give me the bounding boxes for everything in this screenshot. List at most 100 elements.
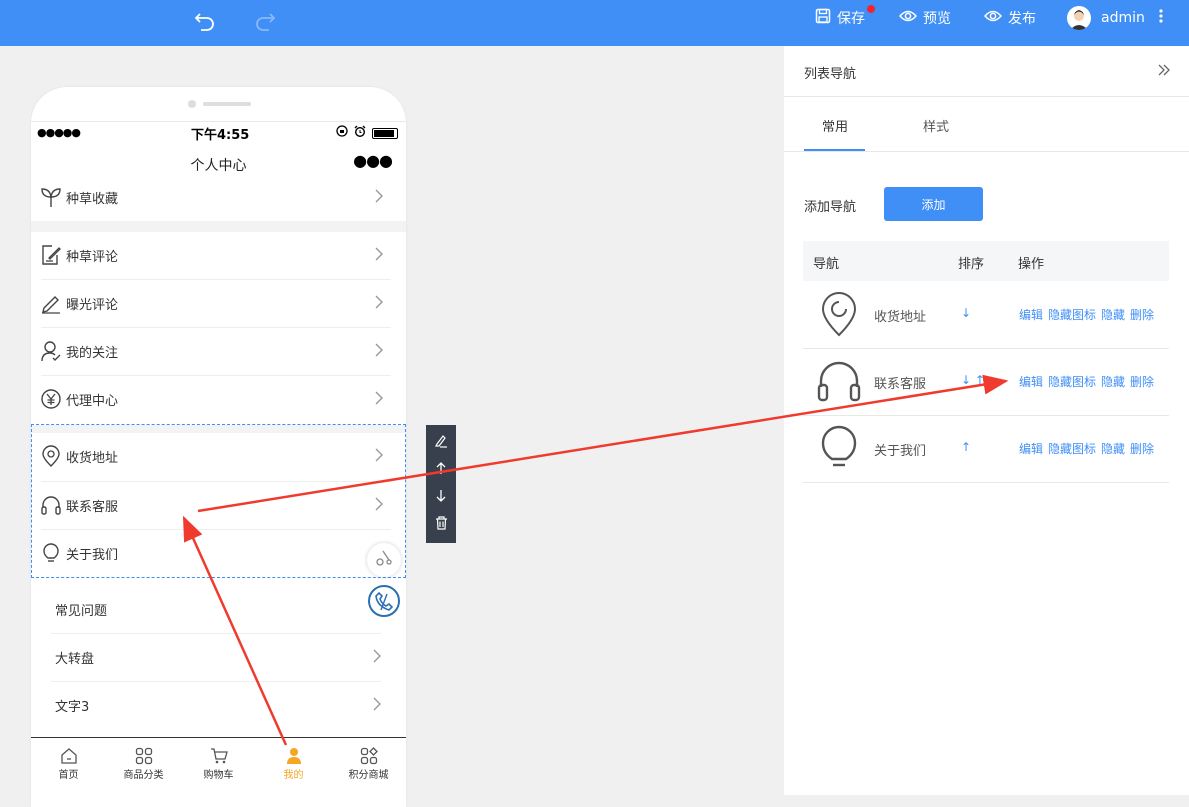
- tab-category[interactable]: 商品分类: [106, 738, 181, 791]
- menu-item-label: 我的关注: [66, 345, 119, 361]
- chevron-right-icon: [375, 189, 383, 207]
- menu-item-follow[interactable]: 我的关注: [39, 327, 391, 375]
- save-label: 保存: [837, 11, 865, 27]
- nav-table-header: 导航 排序 操作: [803, 241, 1169, 281]
- top-toolbar: 保存 预览 发布 admin: [0, 0, 1189, 46]
- edit-link[interactable]: 编辑: [1019, 373, 1043, 390]
- tab-home[interactable]: 首页: [31, 738, 106, 791]
- nav-name: 收货地址: [874, 310, 927, 325]
- tab-label: 我的: [283, 770, 304, 781]
- tab-points-mall[interactable]: 积分商城: [331, 738, 406, 791]
- more-vertical-icon[interactable]: [1159, 9, 1163, 27]
- preview-label: 预览: [923, 11, 951, 27]
- redo-icon[interactable]: [252, 8, 278, 34]
- menu-item-collect[interactable]: 种草收藏: [39, 173, 391, 221]
- hide-icon-link[interactable]: 隐藏图标: [1048, 306, 1096, 323]
- hide-icon-link[interactable]: 隐藏图标: [1048, 440, 1096, 457]
- menu-item-label: 种草评论: [66, 249, 119, 265]
- tab-label: 积分商城: [348, 770, 389, 781]
- table-row: 关于我们 ↑ 编辑 隐藏图标 隐藏 删除: [803, 415, 1169, 483]
- phone-preview: ●●●●● 下午4:55 个人中心 ●●● 种草收藏 种草评论 曝光评论 我的关…: [31, 87, 406, 807]
- person-icon: [285, 746, 303, 766]
- headset-icon[interactable]: [816, 358, 862, 404]
- share-fab[interactable]: [367, 543, 401, 577]
- status-bar: ●●●●● 下午4:55: [31, 121, 406, 143]
- preview-button[interactable]: 预览: [898, 8, 951, 28]
- phone-call-icon: [367, 584, 401, 622]
- phone-speaker: [203, 102, 251, 106]
- location-icon[interactable]: [816, 291, 862, 337]
- card-item-wheel[interactable]: 大转盘: [55, 633, 385, 681]
- column-header: 操作: [1018, 257, 1045, 272]
- selected-component-outline[interactable]: [31, 424, 406, 578]
- chevron-right-icon: [373, 649, 381, 667]
- home-icon: [60, 746, 78, 766]
- delete-link[interactable]: 删除: [1130, 440, 1154, 457]
- avatar: [1067, 6, 1091, 30]
- more-dots-icon[interactable]: ●●●: [353, 151, 393, 170]
- tab-cart[interactable]: 购物车: [181, 738, 256, 791]
- hide-icon-link[interactable]: 隐藏图标: [1048, 373, 1096, 390]
- card-item-label: 文字3: [55, 699, 90, 715]
- menu-item-comment[interactable]: 种草评论: [39, 231, 391, 279]
- edit-note-icon: [39, 243, 63, 267]
- undo-icon[interactable]: [192, 8, 218, 34]
- menu-item-agent[interactable]: 代理中心: [39, 375, 391, 423]
- column-header: 导航: [813, 257, 840, 272]
- phone-call-fab[interactable]: [367, 584, 401, 622]
- hide-link[interactable]: 隐藏: [1101, 373, 1125, 390]
- eye-icon: [983, 9, 1003, 27]
- card-item-label: 大转盘: [55, 651, 95, 667]
- tab-common[interactable]: 常用: [822, 116, 848, 135]
- user-menu[interactable]: admin: [1067, 5, 1163, 31]
- alarm-icon: [354, 125, 366, 141]
- signal-dots: ●●●●●: [37, 126, 81, 139]
- tab-label: 商品分类: [123, 770, 164, 781]
- chevron-right-icon: [375, 391, 383, 409]
- eye-icon: [898, 9, 918, 27]
- add-nav-label: 添加导航: [804, 200, 857, 215]
- chevron-right-icon: [375, 247, 383, 265]
- chevron-right-icon: [373, 697, 381, 715]
- save-button[interactable]: 保存: [815, 8, 865, 28]
- sort-controls[interactable]: ↓ ↑: [961, 373, 985, 387]
- sort-controls[interactable]: ↑: [961, 440, 971, 454]
- card-item-faq[interactable]: 常见问题: [55, 585, 385, 633]
- menu-item-label: 曝光评论: [66, 297, 119, 313]
- tab-mine[interactable]: 我的: [256, 738, 331, 791]
- card-item-text3[interactable]: 文字3: [55, 681, 385, 729]
- publish-button[interactable]: 发布: [983, 8, 1036, 28]
- table-row: 收货地址 ↓ 编辑 隐藏图标 隐藏 删除: [803, 281, 1169, 349]
- yen-icon: [39, 387, 63, 411]
- divider: [784, 96, 1189, 97]
- add-nav-button[interactable]: 添加: [884, 187, 983, 221]
- card-item-label: 常见问题: [55, 603, 108, 619]
- double-chevron-right-icon[interactable]: [1157, 64, 1171, 80]
- user-name: admin: [1101, 10, 1145, 26]
- bulb-icon[interactable]: [816, 425, 862, 471]
- edit-link[interactable]: 编辑: [1019, 306, 1043, 323]
- settings-panel: 列表导航 常用 样式 添加导航 添加 导航 排序 操作 收货地址 ↓ 编辑 隐藏…: [784, 46, 1189, 795]
- battery-icon: [372, 127, 398, 139]
- move-up-icon[interactable]: [435, 461, 447, 479]
- user-check-icon: [39, 339, 63, 363]
- panel-title: 列表导航: [804, 67, 857, 82]
- share-icon: [374, 548, 394, 572]
- menu-item-label: 种草收藏: [66, 191, 119, 207]
- delete-link[interactable]: 删除: [1130, 306, 1154, 323]
- cart-icon: [210, 746, 228, 766]
- menu-item-exposure[interactable]: 曝光评论: [39, 279, 391, 327]
- move-down-icon[interactable]: [435, 489, 447, 507]
- save-badge: [867, 5, 875, 13]
- delete-link[interactable]: 删除: [1130, 373, 1154, 390]
- table-row: 联系客服 ↓ ↑ 编辑 隐藏图标 隐藏 删除: [803, 348, 1169, 416]
- bottom-tab-bar: 首页 商品分类 购物车 我的 积分商城: [31, 737, 406, 791]
- edit-icon[interactable]: [434, 434, 448, 452]
- trash-icon[interactable]: [435, 516, 448, 534]
- sort-controls[interactable]: ↓: [961, 306, 971, 320]
- hide-link[interactable]: 隐藏: [1101, 440, 1125, 457]
- hide-link[interactable]: 隐藏: [1101, 306, 1125, 323]
- chevron-right-icon: [375, 343, 383, 361]
- edit-link[interactable]: 编辑: [1019, 440, 1043, 457]
- tab-style[interactable]: 样式: [923, 116, 949, 135]
